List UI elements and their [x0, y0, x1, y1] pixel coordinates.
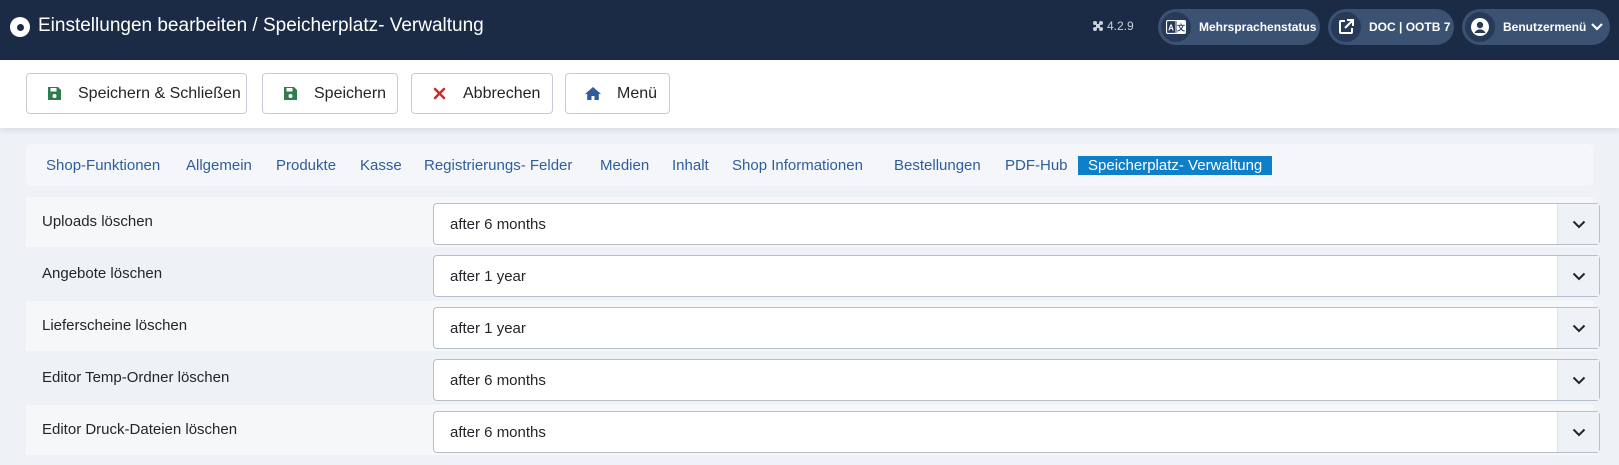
select-value: after 6 months — [450, 216, 546, 233]
close-icon — [430, 85, 448, 103]
tab-produkte[interactable]: Produkte — [276, 156, 336, 175]
select-value: after 6 months — [450, 424, 546, 441]
user-avatar-icon — [1465, 12, 1495, 42]
doc-site-label: DOC | OOTB 7 — [1369, 20, 1451, 34]
editor-temp-delete-select[interactable]: after 6 months — [433, 359, 1600, 401]
tab-inhalt[interactable]: Inhalt — [672, 156, 709, 175]
setting-row-editor-temp: Editor Temp-Ordner löschen after 6 month… — [26, 353, 1600, 403]
user-menu-label: Benutzermenü — [1503, 20, 1587, 34]
chevron-down-icon — [1591, 20, 1604, 34]
tab-allgemein[interactable]: Allgemein — [186, 156, 252, 175]
doc-site-link[interactable]: DOC | OOTB 7 — [1328, 9, 1454, 45]
svg-text:A: A — [1168, 24, 1174, 33]
tab-registrierungs-felder[interactable]: Registrierungs- Felder — [424, 156, 572, 175]
chevron-down-icon — [1557, 256, 1599, 296]
editor-druck-delete-select[interactable]: after 6 months — [433, 411, 1600, 453]
svg-text:文: 文 — [1177, 23, 1186, 33]
chevron-down-icon — [1557, 360, 1599, 400]
select-value: after 6 months — [450, 372, 546, 389]
language-icon: A 文 — [1161, 12, 1191, 42]
tab-speicherplatz-verwaltung[interactable]: Speicherplatz- Verwaltung — [1078, 156, 1273, 175]
external-link-icon — [1331, 12, 1361, 42]
tab-shop-informationen[interactable]: Shop Informationen — [732, 156, 863, 175]
cancel-label: Abbrechen — [463, 84, 541, 102]
tab-medien[interactable]: Medien — [600, 156, 649, 175]
select-value: after 1 year — [450, 268, 526, 285]
app-logo-icon — [10, 17, 30, 37]
lieferscheine-delete-select[interactable]: after 1 year — [433, 307, 1600, 349]
setting-row-editor-druck: Editor Druck-Dateien löschen after 6 mon… — [26, 405, 1600, 455]
save-and-close-button[interactable]: Speichern & Schließen — [26, 73, 247, 114]
joomla-icon — [1093, 21, 1103, 31]
setting-label: Uploads löschen — [42, 213, 153, 230]
setting-row-angebote: Angebote löschen after 1 year — [26, 249, 1600, 299]
chevron-down-icon — [1557, 204, 1599, 244]
uploads-delete-select[interactable]: after 6 months — [433, 203, 1600, 245]
multilang-status-label: Mehrsprachenstatus — [1199, 20, 1317, 34]
select-value: after 1 year — [450, 320, 526, 337]
setting-row-uploads: Uploads löschen after 6 months — [26, 197, 1600, 247]
tab-shop-funktionen[interactable]: Shop-Funktionen — [46, 156, 160, 175]
save-label: Speichern — [314, 84, 387, 102]
menu-button[interactable]: Menü — [565, 73, 670, 114]
menu-label: Menü — [617, 84, 658, 102]
save-icon — [45, 85, 63, 103]
setting-label: Lieferscheine löschen — [42, 317, 188, 334]
setting-label: Editor Temp-Ordner löschen — [42, 369, 230, 386]
setting-row-lieferscheine: Lieferscheine löschen after 1 year — [26, 301, 1600, 351]
chevron-down-icon — [1557, 412, 1599, 452]
setting-label: Angebote löschen — [42, 265, 163, 282]
multilang-status-button[interactable]: A 文 Mehrsprachenstatus — [1158, 9, 1320, 45]
save-button[interactable]: Speichern — [262, 73, 398, 114]
tab-bestellungen[interactable]: Bestellungen — [894, 156, 981, 175]
user-menu-button[interactable]: Benutzermenü — [1462, 9, 1610, 45]
save-icon — [281, 85, 299, 103]
version-info: 4.2.9 — [1092, 19, 1134, 33]
chevron-down-icon — [1557, 308, 1599, 348]
tab-kasse[interactable]: Kasse — [360, 156, 402, 175]
cancel-button[interactable]: Abbrechen — [411, 73, 553, 114]
save-and-close-label: Speichern & Schließen — [78, 84, 241, 102]
angebote-delete-select[interactable]: after 1 year — [433, 255, 1600, 297]
version-label: 4.2.9 — [1107, 19, 1134, 33]
home-icon — [584, 85, 602, 103]
setting-label: Editor Druck-Dateien löschen — [42, 421, 238, 438]
action-toolbar: Speichern & Schließen Speichern Abbreche… — [0, 60, 1619, 128]
settings-tabs: Shop-Funktionen Allgemein Produkte Kasse… — [26, 144, 1593, 186]
page-title: Einstellungen bearbeiten / Speicherplatz… — [38, 15, 484, 36]
header-bar: Einstellungen bearbeiten / Speicherplatz… — [0, 0, 1619, 60]
tab-pdf-hub[interactable]: PDF-Hub — [1005, 156, 1068, 175]
